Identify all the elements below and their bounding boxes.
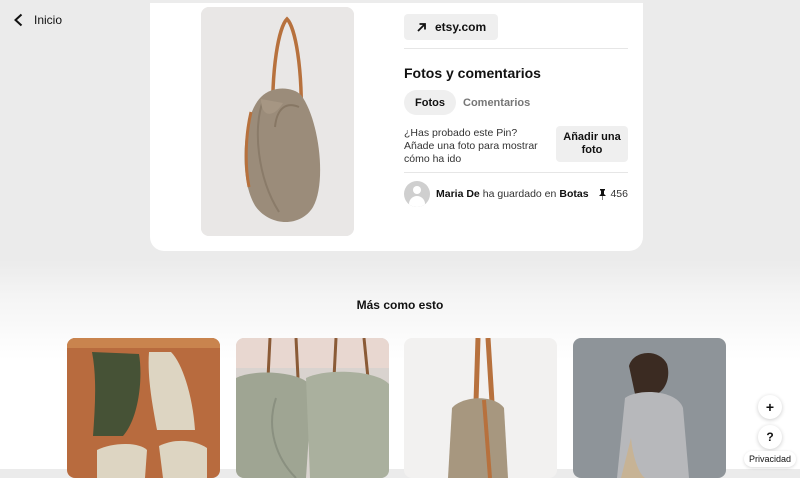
- privacy-link[interactable]: Privacidad: [744, 451, 796, 467]
- save-count-value: 456: [610, 188, 628, 200]
- pushpin-icon: [599, 188, 607, 200]
- related-pin[interactable]: [573, 338, 726, 478]
- add-button[interactable]: +: [758, 395, 782, 419]
- divider: [404, 172, 628, 173]
- add-photo-button[interactable]: Añadir una foto: [556, 126, 628, 162]
- help-button[interactable]: ?: [758, 425, 782, 449]
- divider: [404, 48, 628, 49]
- bag-strap-image: [404, 338, 557, 478]
- source-label: etsy.com: [435, 20, 487, 34]
- board-name[interactable]: Botas: [559, 188, 588, 200]
- add-photo-prompt: ¿Has probado este Pin? Añade una foto pa…: [404, 127, 538, 165]
- avatar[interactable]: [404, 181, 430, 207]
- arrow-up-right-icon: [417, 22, 426, 32]
- tab-fotos[interactable]: Fotos: [404, 90, 456, 115]
- pin-card: etsy.com Fotos y comentarios Fotos Comen…: [150, 0, 643, 251]
- saver-name[interactable]: Maria De: [436, 188, 480, 200]
- hanging-bags-image: [236, 338, 389, 478]
- photos-section-title: Fotos y comentarios: [404, 65, 541, 81]
- back-button[interactable]: Inicio: [12, 13, 62, 27]
- bag-illustration: [201, 7, 354, 236]
- pin-image[interactable]: [201, 7, 354, 236]
- more-like-this-title: Más como esto: [356, 298, 444, 312]
- save-count: 456: [598, 181, 628, 207]
- saver-verb: ha guardado en: [482, 188, 557, 200]
- related-pin[interactable]: [67, 338, 220, 478]
- saver-row: Maria De ha guardado en Botas 456: [404, 181, 628, 207]
- tab-comentarios[interactable]: Comentarios: [452, 90, 541, 115]
- related-pin[interactable]: [404, 338, 557, 478]
- fabric-patterns-image: [67, 338, 220, 478]
- card-top-border: [150, 0, 643, 3]
- woman-with-bag-image: [573, 338, 726, 478]
- source-link-button[interactable]: etsy.com: [404, 14, 499, 40]
- related-pin[interactable]: [236, 338, 389, 478]
- chevron-left-icon: [14, 13, 23, 27]
- back-label: Inicio: [34, 13, 63, 27]
